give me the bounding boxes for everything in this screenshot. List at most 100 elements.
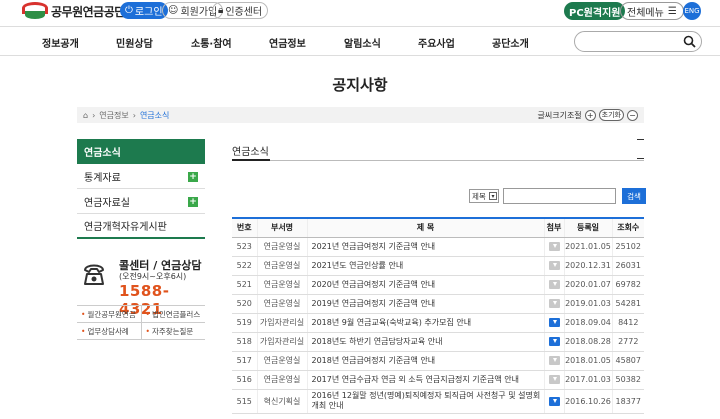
cell-attachment[interactable] <box>543 389 564 414</box>
cell-views: 8412 <box>611 313 644 333</box>
user-icon: ☺ <box>168 5 179 16</box>
cell-date: 2018.08.28 <box>563 332 612 352</box>
cell-title-link[interactable]: 2021년도 연금인상률 안내 <box>306 256 544 276</box>
cell-attachment[interactable] <box>543 294 564 314</box>
sidebar-item-archive[interactable]: 연금자료실 + <box>77 189 205 214</box>
cell-attachment[interactable] <box>543 256 564 276</box>
attachment-download-icon[interactable] <box>548 261 560 270</box>
cell-date: 2020.01.07 <box>563 275 612 295</box>
column-header: 번호 <box>232 217 257 238</box>
quick-link-corporate[interactable]: • 법인연금플러스 <box>142 306 206 322</box>
nav-item-about[interactable]: 공단소개 <box>492 35 529 50</box>
cell-attachment[interactable] <box>543 351 564 371</box>
attachment-download-icon[interactable] <box>548 318 560 327</box>
lock-icon: ⏻ <box>125 5 133 16</box>
search-field-select[interactable]: 제목 ▾ <box>469 189 499 203</box>
home-icon[interactable]: ⌂ <box>83 111 88 120</box>
table-row[interactable]: 523 연금운영실 2021년 연금급여정지 기준금액 안내 2021.01.05 25… <box>232 237 644 257</box>
breadcrumb-item[interactable]: 연금정보 <box>99 110 128 121</box>
cell-attachment[interactable] <box>543 275 564 295</box>
cell-title-link[interactable]: 2019년 연금급여정지 기준금액 안내 <box>306 294 544 314</box>
cell-title-link[interactable]: 2021년 연금급여정지 기준금액 안내 <box>306 237 544 257</box>
font-increase-button[interactable]: + <box>584 109 596 121</box>
sidebar-item-statistics[interactable]: 통계자료 + <box>77 164 205 189</box>
cert-center-button[interactable]: 🔒︎ 인증센터 <box>212 2 269 19</box>
table-row[interactable]: 519 가입자관리실 2018년 9월 연금교육(숙박교육) 추가모집 안내 2018… <box>232 313 644 333</box>
quick-link-cases[interactable]: • 업무상담사례 <box>77 323 142 339</box>
cell-number: 518 <box>232 332 257 352</box>
cell-number: 520 <box>232 294 257 314</box>
callcenter-box: 콜센터 / 연금상담 (오전9시~오후6시) 1588-4321 <box>77 252 205 318</box>
table-row[interactable]: 515 혁신기획실 2016년 12월말 정년(명예)퇴직예정자 퇴직급여 사전청구… <box>232 389 644 414</box>
table-row[interactable]: 517 연금운영실 2018년 연금급여정지 기준금액 안내 2018.01.05 45… <box>232 351 644 371</box>
english-site-button[interactable]: ENG <box>683 2 701 20</box>
divider <box>637 158 644 159</box>
nav-item-pension-info[interactable]: 연금정보 <box>269 35 306 50</box>
cell-number: 519 <box>232 313 257 333</box>
pc-remote-support-button[interactable]: PC원격지원 <box>564 2 626 20</box>
lock-icon: 🔒︎ <box>218 5 224 16</box>
column-header: 제 목 <box>306 217 544 238</box>
nav-item-major-business[interactable]: 주요사업 <box>418 35 455 50</box>
cell-title-link[interactable]: 2016년 12월말 정년(명예)퇴직예정자 퇴직급여 사전청구 및 설명회 개… <box>306 389 544 414</box>
search-icon[interactable] <box>683 35 696 48</box>
attachment-download-icon[interactable] <box>548 396 560 406</box>
cell-attachment[interactable] <box>543 313 564 333</box>
cell-date: 2020.12.31 <box>563 256 612 276</box>
cell-title-link[interactable]: 2018년 연금급여정지 기준금액 안내 <box>306 351 544 371</box>
breadcrumb-current[interactable]: 연금소식 <box>140 110 169 121</box>
callcenter-hours: (오전9시~오후6시) <box>119 272 187 281</box>
cell-views: 2772 <box>611 332 644 352</box>
cell-views: 69782 <box>611 275 644 295</box>
font-reset-button[interactable]: 초기화 <box>598 109 624 121</box>
cell-attachment[interactable] <box>543 332 564 352</box>
attachment-download-icon[interactable] <box>548 337 560 346</box>
column-header: 조회수 <box>611 217 644 238</box>
attachment-download-icon[interactable] <box>548 242 560 251</box>
login-button[interactable]: ⏻ 로그인 <box>120 2 168 19</box>
site-search-input[interactable] <box>574 31 702 52</box>
nav-item-info-disclosure[interactable]: 정보공개 <box>42 35 79 50</box>
quick-link-faq[interactable]: • 자주찾는질문 <box>142 323 206 339</box>
expand-icon[interactable]: + <box>188 197 198 207</box>
table-row[interactable]: 522 연금운영실 2021년도 연금인상률 안내 2020.12.31 26031 <box>232 256 644 276</box>
cell-department: 가입자관리실 <box>256 332 307 352</box>
column-header: 부서명 <box>256 217 307 238</box>
attachment-download-icon[interactable] <box>548 299 560 308</box>
font-decrease-button[interactable]: − <box>627 109 638 121</box>
cell-attachment[interactable] <box>543 370 564 390</box>
site-logo[interactable]: 공무원연금공단 <box>22 2 125 20</box>
table-row[interactable]: 516 연금운영실 2017년 연금수급자 연금 외 소득 연금지급정지 기준금액 … <box>232 370 644 390</box>
table-row[interactable]: 518 가입자관리실 2018년도 하반기 연금담당자교육 안내 2018.08.28… <box>232 332 644 352</box>
cell-title-link[interactable]: 2018년도 하반기 연금담당자교육 안내 <box>306 332 544 352</box>
sidebar-item-pension-news[interactable]: 연금소식 <box>77 139 205 164</box>
all-menu-button[interactable]: 전체메뉴 ☰ <box>620 2 684 20</box>
nav-item-notices[interactable]: 알림소식 <box>344 35 381 50</box>
quick-link-monthly[interactable]: • 월간공무원연금 <box>77 306 142 322</box>
attachment-download-icon[interactable] <box>548 375 560 384</box>
column-header: 첨부 <box>543 217 564 238</box>
bullet-icon: • <box>145 326 150 336</box>
search-button[interactable]: 검색 <box>622 188 646 204</box>
table-row[interactable]: 521 연금운영실 2020년 연금급여정지 기준금액 안내 2020.01.07 69… <box>232 275 644 295</box>
nav-item-communication[interactable]: 소통·참여 <box>191 35 232 50</box>
page-title: 공지사항 <box>332 76 388 94</box>
table-row[interactable]: 520 연금운영실 2019년 연금급여정지 기준금액 안내 2019.01.03 54… <box>232 294 644 314</box>
cell-department: 가입자관리실 <box>256 313 307 333</box>
phone-icon <box>84 264 104 285</box>
nav-item-civil-consult[interactable]: 민원상담 <box>116 35 153 50</box>
cell-number: 517 <box>232 351 257 371</box>
cell-title-link[interactable]: 2020년 연금급여정지 기준금액 안내 <box>306 275 544 295</box>
cell-title-link[interactable]: 2017년 연금수급자 연금 외 소득 연금지급정지 기준금액 안내 <box>306 370 544 390</box>
sidebar-item-reform-board[interactable]: 연금개혁자유게시판 <box>77 214 205 239</box>
font-size-control: 글씨크기조절 + 초기화 − <box>538 109 638 121</box>
sidebar-item-label: 연금소식 <box>84 148 121 159</box>
attachment-download-icon[interactable] <box>548 280 560 289</box>
cell-title-link[interactable]: 2018년 9월 연금교육(숙박교육) 추가모집 안내 <box>306 313 544 333</box>
chevron-down-icon: ▾ <box>489 192 497 200</box>
cell-attachment[interactable] <box>543 237 564 257</box>
expand-icon[interactable]: + <box>188 172 198 182</box>
cell-views: 18377 <box>611 389 644 414</box>
keyword-input[interactable] <box>503 188 616 204</box>
attachment-download-icon[interactable] <box>548 356 560 365</box>
